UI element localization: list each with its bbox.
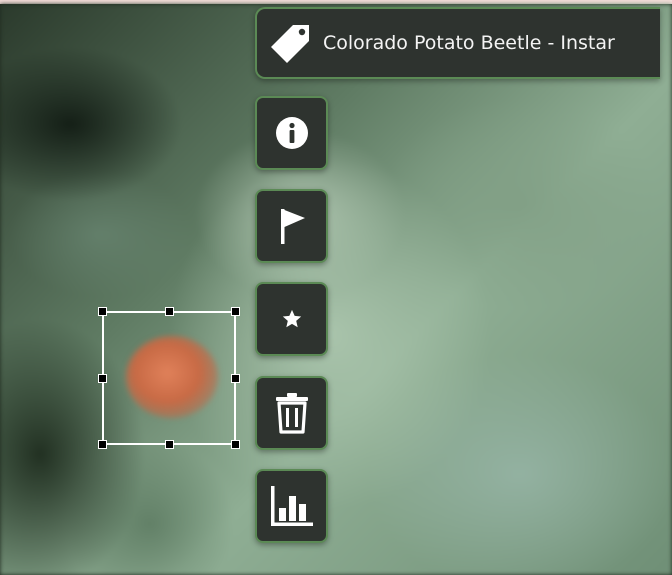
flag-button[interactable] [255, 189, 328, 263]
delete-button[interactable] [255, 376, 328, 450]
bar-chart-icon [270, 486, 313, 526]
resize-handle-bottom[interactable] [165, 440, 174, 449]
plant-photo [0, 4, 672, 575]
annotation-label-chip[interactable]: Colorado Potato Beetle - Instar [255, 7, 660, 79]
resize-handle-right[interactable] [231, 374, 240, 383]
annotation-label-text: Colorado Potato Beetle - Instar [323, 32, 615, 54]
trash-icon [275, 393, 308, 434]
info-icon [275, 117, 308, 149]
resize-handle-top[interactable] [165, 307, 174, 316]
favorite-button[interactable] [255, 282, 328, 356]
info-button[interactable] [255, 96, 328, 170]
resize-handle-left[interactable] [98, 374, 107, 383]
resize-handle-top-right[interactable] [231, 307, 240, 316]
resize-handle-bottom-left[interactable] [98, 440, 107, 449]
resize-handle-bottom-right[interactable] [231, 440, 240, 449]
annotation-bounding-box[interactable] [98, 307, 240, 449]
star-icon [282, 309, 301, 328]
tag-icon [271, 25, 309, 63]
stats-button[interactable] [255, 469, 328, 543]
flag-icon [280, 209, 305, 244]
resize-handle-top-left[interactable] [98, 307, 107, 316]
image-canvas[interactable]: Colorado Potato Beetle - Instar [0, 0, 672, 575]
